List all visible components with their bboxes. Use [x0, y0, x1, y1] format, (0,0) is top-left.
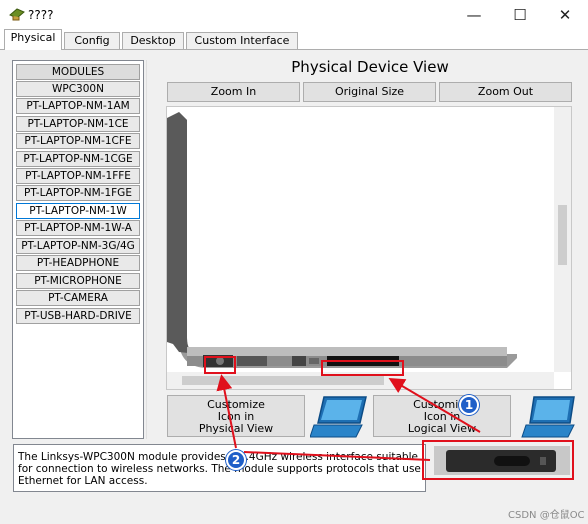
annotation-badge-1: 1 — [459, 395, 479, 415]
module-list-scrollbar[interactable] — [146, 60, 160, 439]
module-item[interactable]: WPC300N — [16, 81, 140, 97]
module-item[interactable]: PT-CAMERA — [16, 290, 140, 306]
annotation-box-slot — [321, 360, 404, 376]
close-button[interactable]: ✕ — [542, 0, 588, 30]
module-item[interactable]: PT-LAPTOP-NM-1W-A — [16, 220, 140, 236]
module-item[interactable]: PT-LAPTOP-NM-1FFE — [16, 168, 140, 184]
module-item-selected[interactable]: PT-LAPTOP-NM-1W — [16, 203, 140, 219]
zoom-in-button[interactable]: Zoom In — [167, 82, 300, 102]
annotation-box-module — [422, 440, 574, 480]
customize-logical-label-3: Logical View — [407, 422, 477, 435]
module-item[interactable]: PT-LAPTOP-NM-1AM — [16, 98, 140, 114]
tab-custom-interface[interactable]: Custom Interface — [186, 32, 298, 50]
module-description: The Linksys-WPC300N module provides a 2.… — [13, 444, 426, 492]
app-icon — [9, 8, 25, 21]
watermark: CSDN @仓鼠OC — [508, 510, 585, 521]
laptop-physical-icon — [310, 396, 367, 438]
maximize-button[interactable]: ☐ — [497, 0, 543, 30]
customize-logical-icon-button[interactable]: Customize Icon in Logical View — [373, 395, 511, 437]
physical-view-title: Physical Device View — [291, 58, 449, 76]
tab-desktop[interactable]: Desktop — [122, 32, 184, 50]
laptop-logical-icon — [521, 396, 575, 438]
tab-divider — [0, 49, 588, 50]
module-item[interactable]: PT-LAPTOP-NM-1CE — [16, 116, 140, 132]
module-item[interactable]: PT-LAPTOP-NM-1CGE — [16, 151, 140, 167]
customize-physical-icon-button[interactable]: Customize Icon in Physical View — [167, 395, 305, 437]
window-title: ???? — [28, 8, 54, 22]
module-list: MODULES WPC300N PT-LAPTOP-NM-1AM PT-LAPT… — [12, 60, 144, 439]
minimize-button[interactable]: — — [451, 0, 497, 30]
tab-physical[interactable]: Physical — [4, 29, 62, 50]
annotation-box-port — [204, 356, 236, 374]
module-item[interactable]: PT-MICROPHONE — [16, 273, 140, 289]
zoom-out-button[interactable]: Zoom Out — [439, 82, 572, 102]
module-item[interactable]: PT-LAPTOP-NM-1FGE — [16, 185, 140, 201]
customize-physical-label-3: Physical View — [198, 422, 274, 435]
module-item[interactable]: PT-HEADPHONE — [16, 255, 140, 271]
module-item[interactable]: PT-USB-HARD-DRIVE — [16, 308, 140, 324]
tab-config[interactable]: Config — [64, 32, 120, 50]
modules-header: MODULES — [16, 64, 140, 80]
view-vertical-scroll-thumb[interactable] — [558, 205, 567, 265]
laptop-device-image — [167, 112, 517, 368]
view-horizontal-scroll-thumb[interactable] — [182, 376, 384, 385]
original-size-button[interactable]: Original Size — [303, 82, 436, 102]
module-item[interactable]: PT-LAPTOP-NM-1CFE — [16, 133, 140, 149]
annotation-badge-2: 2 — [226, 450, 246, 470]
module-item[interactable]: PT-LAPTOP-NM-3G/4G — [16, 238, 140, 254]
